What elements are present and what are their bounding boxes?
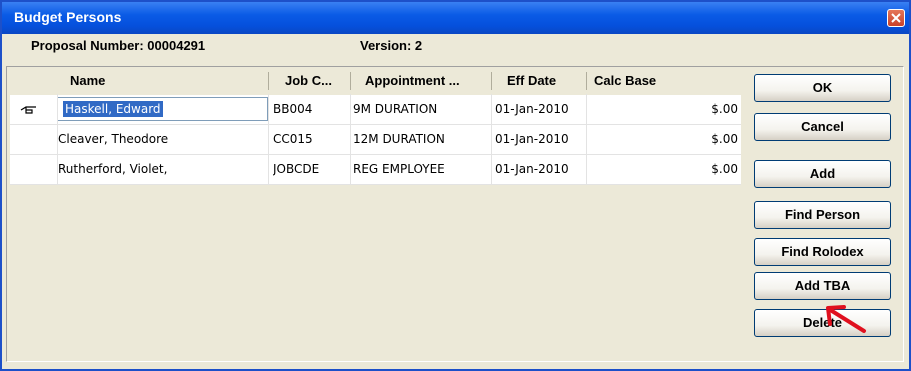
- grid-line: [57, 94, 58, 185]
- job-code-cell[interactable]: JOBCDE: [273, 155, 319, 184]
- cancel-button[interactable]: Cancel: [754, 113, 891, 141]
- proposal-info-bar: Proposal Number: 00004291 Version: 2: [2, 34, 909, 56]
- table-row[interactable]: Cleaver, Theodore CC015 12M DURATION 01-…: [10, 125, 741, 155]
- calc-base-cell[interactable]: $.00: [594, 95, 738, 124]
- appointment-cell[interactable]: 12M DURATION: [353, 125, 445, 154]
- name-cell[interactable]: Cleaver, Theodore: [58, 125, 168, 154]
- red-arrow-icon: [826, 305, 866, 333]
- column-header-calc-base[interactable]: Calc Base: [594, 69, 656, 93]
- calc-base-cell[interactable]: $.00: [594, 155, 738, 184]
- name-selected-text: Haskell, Edward: [63, 101, 163, 117]
- appointment-cell[interactable]: REG EMPLOYEE: [353, 155, 445, 184]
- version-label: Version: 2: [360, 38, 423, 53]
- title-bar[interactable]: Budget Persons: [2, 2, 909, 34]
- pointing-hand-icon: [20, 106, 36, 114]
- ok-button[interactable]: OK: [754, 74, 891, 102]
- eff-date-cell[interactable]: 01-Jan-2010: [495, 155, 569, 184]
- close-button[interactable]: [887, 9, 905, 27]
- job-code-cell[interactable]: CC015: [273, 125, 313, 154]
- column-separator[interactable]: [350, 72, 351, 90]
- column-header-name[interactable]: Name: [70, 69, 105, 93]
- eff-date-cell[interactable]: 01-Jan-2010: [495, 125, 569, 154]
- proposal-number: Proposal Number: 00004291: [31, 38, 206, 53]
- window-title: Budget Persons: [14, 9, 122, 25]
- appointment-cell[interactable]: 9M DURATION: [353, 95, 437, 124]
- job-code-cell[interactable]: BB004: [273, 95, 312, 124]
- add-button[interactable]: Add: [754, 160, 891, 188]
- column-separator[interactable]: [586, 72, 587, 90]
- column-header-eff-date[interactable]: Eff Date: [507, 69, 556, 93]
- name-cell[interactable]: Rutherford, Violet,: [58, 155, 167, 184]
- find-person-button[interactable]: Find Person: [754, 201, 891, 229]
- column-header-job-code[interactable]: Job C...: [285, 69, 332, 93]
- grid-line: [586, 94, 587, 185]
- column-header-appointment[interactable]: Appointment ...: [365, 69, 460, 93]
- find-rolodex-button[interactable]: Find Rolodex: [754, 238, 891, 266]
- grid-line: [491, 94, 492, 185]
- grid-line: [268, 94, 269, 185]
- grid-line: [350, 94, 351, 185]
- add-tba-button[interactable]: Add TBA: [754, 272, 891, 300]
- table-row[interactable]: Rutherford, Violet, JOBCDE REG EMPLOYEE …: [10, 155, 741, 185]
- column-separator[interactable]: [491, 72, 492, 90]
- name-edit-field[interactable]: Haskell, Edward: [57, 97, 268, 121]
- eff-date-cell[interactable]: 01-Jan-2010: [495, 95, 569, 124]
- calc-base-cell[interactable]: $.00: [594, 125, 738, 154]
- close-icon: [891, 13, 901, 23]
- column-separator[interactable]: [268, 72, 269, 90]
